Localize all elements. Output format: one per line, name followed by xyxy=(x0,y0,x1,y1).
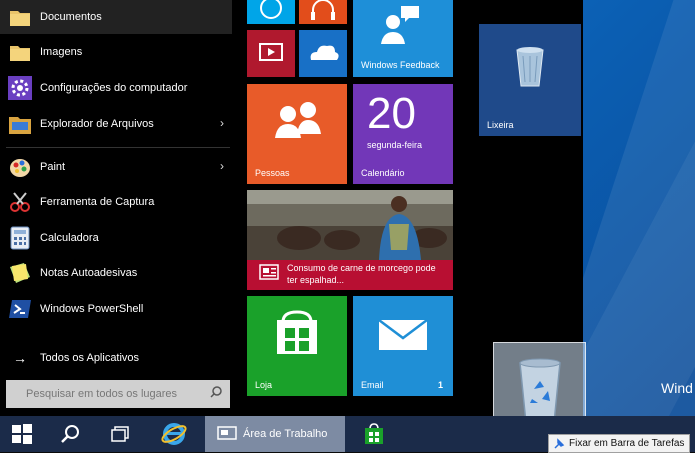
tile-windows-feedback[interactable]: Windows Feedback xyxy=(353,0,453,77)
tile-recycle-bin[interactable]: Lixeira xyxy=(479,24,581,136)
calculator-icon xyxy=(6,224,34,252)
news-headline: Consumo de carne de morcego pode ter esp… xyxy=(287,263,436,285)
feedback-person-icon xyxy=(381,6,419,44)
tile-label: Email xyxy=(361,380,384,390)
start-item-label: Notas Autoadesivas xyxy=(40,267,138,279)
start-item-paint[interactable]: Paint › xyxy=(0,150,232,184)
sticky-note-icon xyxy=(6,259,34,287)
paint-icon xyxy=(6,153,34,181)
all-apps-button[interactable]: → Todos os Aplicativos xyxy=(0,341,232,375)
tile-onedrive[interactable] xyxy=(299,30,347,77)
task-view-icon xyxy=(111,426,129,442)
envelope-icon xyxy=(378,319,428,350)
search-input[interactable] xyxy=(24,387,208,401)
windows-logo-icon xyxy=(12,424,32,444)
task-view-button[interactable] xyxy=(100,416,140,452)
tile-news[interactable]: Consumo de carne de morcego pode ter esp… xyxy=(247,190,453,290)
tile-label: Pessoas xyxy=(255,168,290,178)
folder-icon xyxy=(6,38,34,66)
tile-mail[interactable]: Email 1 xyxy=(353,296,453,396)
news-photo xyxy=(247,190,453,260)
tile-label: Windows Feedback xyxy=(361,60,440,70)
start-item-documents[interactable]: Documentos xyxy=(0,0,232,34)
start-item-powershell[interactable]: Windows PowerShell xyxy=(0,292,232,326)
desktop-watermark: Wind xyxy=(661,380,693,396)
tile-store[interactable]: Loja xyxy=(247,296,347,396)
start-item-snipping-tool[interactable]: Ferramenta de Captura xyxy=(0,185,232,219)
start-item-label: Paint xyxy=(40,161,66,173)
powershell-icon xyxy=(6,295,34,323)
start-item-file-explorer[interactable]: Explorador de Arquivos › xyxy=(0,107,232,141)
store-icon xyxy=(365,423,383,444)
tooltip-text: Fixar em Barra de Tarefas xyxy=(569,438,685,449)
tile-calendar[interactable]: 20 segunda-feira Calendário xyxy=(353,84,453,184)
start-button[interactable] xyxy=(0,416,44,452)
start-item-label: Windows PowerShell xyxy=(40,303,144,315)
start-item-label: Documentos xyxy=(40,11,102,23)
folder-icon xyxy=(6,3,34,31)
start-item-label: Explorador de Arquivos xyxy=(40,118,154,130)
tile-music[interactable] xyxy=(299,0,347,24)
pin-icon xyxy=(554,437,565,449)
video-icon xyxy=(259,43,283,61)
cloud-icon xyxy=(310,45,339,60)
chevron-right-icon: › xyxy=(220,116,224,130)
desktop-icon xyxy=(217,426,237,440)
start-item-pictures[interactable]: Imagens xyxy=(0,35,232,69)
start-item-settings[interactable]: Configurações do computador xyxy=(0,71,232,105)
chevron-right-icon: › xyxy=(220,159,224,173)
taskbar-desktop-button[interactable]: Área de Trabalho xyxy=(205,416,345,452)
calendar-day: 20 xyxy=(367,89,416,138)
internet-explorer-icon xyxy=(161,423,187,445)
file-explorer-icon xyxy=(6,110,34,138)
taskbar-search-button[interactable] xyxy=(50,416,90,452)
taskbar-internet-explorer[interactable] xyxy=(152,416,196,452)
start-item-label: Imagens xyxy=(40,46,83,58)
start-item-label: Calculadora xyxy=(40,232,99,244)
taskbar-desktop-label: Área de Trabalho xyxy=(243,428,328,440)
scissors-icon xyxy=(6,188,34,216)
tile-skype[interactable] xyxy=(247,0,295,24)
arrow-right-icon: → xyxy=(13,350,27,366)
calendar-weekday: segunda-feira xyxy=(367,140,423,150)
divider xyxy=(6,147,230,148)
start-item-label: Configurações do computador xyxy=(40,82,188,94)
start-item-sticky-notes[interactable]: Notas Autoadesivas xyxy=(0,256,232,290)
tile-people[interactable]: Pessoas xyxy=(247,84,347,184)
tile-label: Calendário xyxy=(361,168,405,178)
start-search-box[interactable] xyxy=(6,380,230,408)
mail-badge: 1 xyxy=(437,380,443,390)
all-apps-label: Todos os Aplicativos xyxy=(40,352,140,364)
store-icon xyxy=(277,310,317,354)
start-item-label: Ferramenta de Captura xyxy=(40,196,155,208)
start-item-calculator[interactable]: Calculadora xyxy=(0,221,232,255)
news-icon xyxy=(259,264,279,280)
pin-to-taskbar-tooltip: Fixar em Barra de Tarefas xyxy=(548,434,690,453)
recycle-bin-icon xyxy=(516,47,544,87)
search-icon xyxy=(210,386,222,401)
search-icon xyxy=(61,425,79,443)
tile-video[interactable] xyxy=(247,30,295,77)
headphones-icon xyxy=(311,0,335,20)
gear-icon xyxy=(6,74,34,102)
skype-icon xyxy=(260,0,282,19)
tile-label: Loja xyxy=(255,380,273,390)
taskbar-store[interactable] xyxy=(352,416,396,452)
tile-label: Lixeira xyxy=(487,120,514,130)
people-icon xyxy=(275,102,321,138)
